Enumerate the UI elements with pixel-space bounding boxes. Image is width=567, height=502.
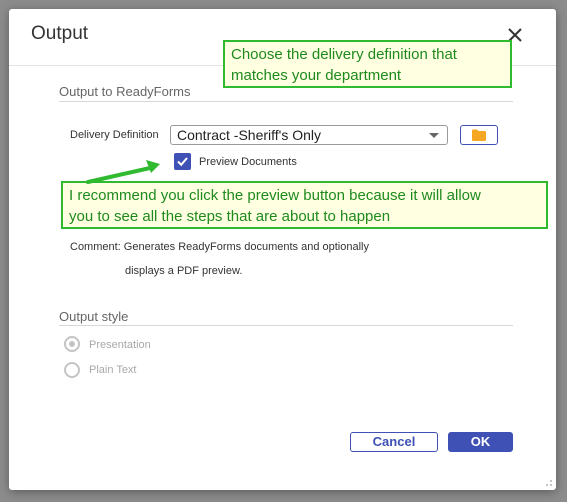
- radio-plain-text-label: Plain Text: [89, 364, 137, 376]
- callout-line-2: matches your department: [231, 67, 402, 84]
- radio-presentation-label: Presentation: [89, 339, 151, 351]
- preview-documents-checkbox[interactable]: [174, 153, 191, 170]
- section-output-style: Output style: [59, 309, 129, 324]
- radio-selected-dot: [69, 341, 75, 347]
- radio-plain-text[interactable]: [64, 362, 80, 378]
- check-icon: [177, 157, 188, 167]
- comment-line-1: Comment: Generates ReadyForms documents …: [70, 241, 369, 253]
- preview-documents-label: Preview Documents: [199, 156, 297, 168]
- callout-preview-recommendation: I recommend you click the preview button…: [61, 181, 548, 229]
- cancel-button[interactable]: Cancel: [350, 432, 438, 452]
- folder-icon: [472, 129, 486, 141]
- radio-presentation[interactable]: [64, 336, 80, 352]
- ok-button[interactable]: OK: [448, 432, 513, 452]
- dialog-title: Output: [31, 23, 89, 44]
- callout-delivery-definition: Choose the delivery definition that matc…: [223, 40, 512, 88]
- delivery-definition-value: Contract -Sheriff's Only: [177, 127, 322, 143]
- section-divider: [59, 101, 513, 102]
- callout-line-2: you to see all the steps that are about …: [69, 208, 391, 225]
- section-output-to-readyforms: Output to ReadyForms: [59, 84, 191, 99]
- comment-line-2: displays a PDF preview.: [125, 265, 243, 277]
- callout-line-1: Choose the delivery definition that: [231, 46, 457, 63]
- delivery-definition-select[interactable]: Contract -Sheriff's Only: [170, 125, 448, 145]
- chevron-down-icon: [429, 133, 439, 138]
- browse-folder-button[interactable]: [460, 125, 498, 145]
- callout-line-1: I recommend you click the preview button…: [69, 187, 481, 204]
- section-divider: [59, 325, 513, 326]
- resize-grip-icon[interactable]: [545, 479, 553, 487]
- delivery-definition-label: Delivery Definition: [70, 129, 159, 141]
